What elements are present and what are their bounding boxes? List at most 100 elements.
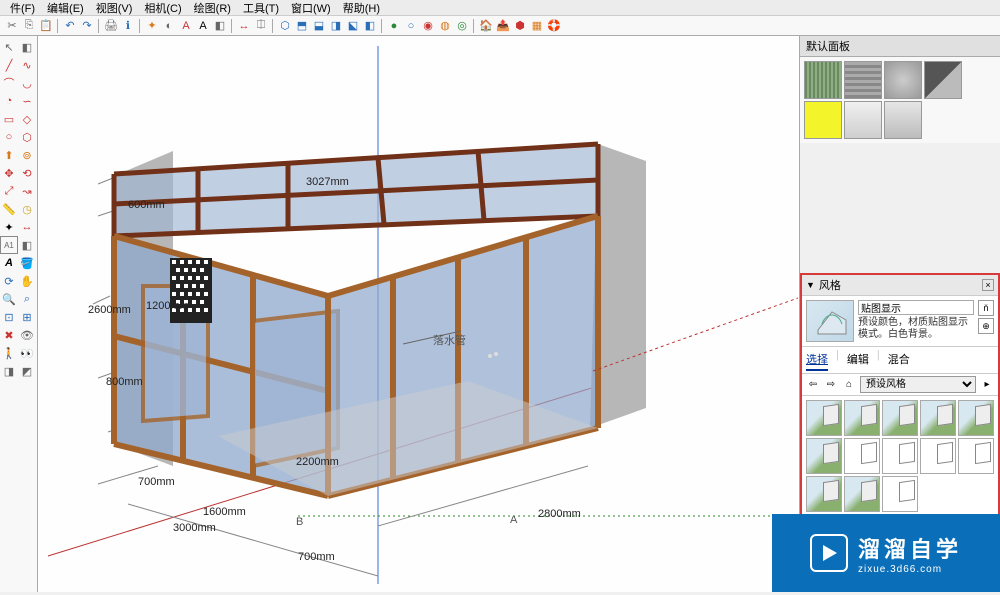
text-icon[interactable]: A [178,18,194,34]
style-name-input[interactable] [858,300,974,315]
style-swatch[interactable] [806,438,842,474]
bezier-icon[interactable]: ∽ [18,92,36,110]
nav-back-icon[interactable]: ⇦ [806,378,820,392]
polygon-icon[interactable]: ⬡ [18,128,36,146]
freehand-icon[interactable]: ∿ [18,56,36,74]
texture-icon[interactable]: ◍ [437,18,453,34]
style-swatch[interactable] [882,438,918,474]
style-swatch[interactable] [844,476,880,512]
move-icon[interactable]: ✥ [0,164,18,182]
rotate-icon[interactable]: ⟲ [18,164,36,182]
default-tray-header[interactable]: 默认面板 [800,36,1000,57]
material-swatch[interactable] [804,101,842,139]
look-icon[interactable]: 👁 [18,326,36,344]
tape-icon[interactable]: 📏 [0,200,18,218]
paste-icon[interactable]: 📋 [38,18,54,34]
tab-select[interactable]: 选择 [806,349,828,371]
tab-mix[interactable]: 混合 [888,349,910,371]
position-icon[interactable]: ✖ [0,326,18,344]
dimension-icon[interactable]: ↔ [236,18,252,34]
style-swatch[interactable] [882,476,918,512]
style-swatch[interactable] [806,476,842,512]
collapse-icon[interactable]: ▼ [806,280,815,290]
top-view-icon[interactable]: ⬒ [294,18,310,34]
extension-icon[interactable]: ⬢ [512,18,528,34]
circle-icon[interactable]: ○ [0,128,18,146]
scissors-icon[interactable]: ✂ [4,18,20,34]
orbit-icon[interactable]: ⟳ [0,272,18,290]
select-icon[interactable]: ↖ [0,38,18,56]
eraser-icon[interactable]: ◧ [18,38,36,56]
style-create-icon[interactable]: ⊕ [978,318,994,334]
style-swatch[interactable] [920,438,956,474]
nav-fwd-icon[interactable]: ⇨ [824,378,838,392]
section-icon[interactable]: ◧ [212,18,228,34]
offset-icon[interactable]: ⊚ [18,146,36,164]
follow-icon[interactable]: ↝ [18,182,36,200]
details-icon[interactable]: ▸ [980,378,994,392]
redo-icon[interactable]: ↷ [79,18,95,34]
menu-file[interactable]: 件(F) [4,0,41,16]
copy-icon[interactable]: ⎘ [21,18,37,34]
rotated-rect-icon[interactable]: ◇ [18,110,36,128]
zoom-icon[interactable]: 🔍 [0,290,18,308]
style-collection-select[interactable]: 预设风格 [860,376,976,393]
style-swatch[interactable] [958,400,994,436]
share-icon[interactable]: 📤 [495,18,511,34]
section4-icon[interactable]: ◩ [18,362,36,380]
menu-draw[interactable]: 绘图(R) [188,0,237,16]
style-swatch[interactable] [920,400,956,436]
back-view-icon[interactable]: ⬕ [345,18,361,34]
close-icon[interactable]: × [982,279,994,291]
rectangle-icon[interactable]: ▭ [0,110,18,128]
line-icon[interactable]: ╱ [0,56,18,74]
section2-icon[interactable]: ◧ [18,236,36,254]
menu-help[interactable]: 帮助(H) [337,0,386,16]
shaded-icon[interactable]: ● [386,18,402,34]
tab-edit[interactable]: 编辑 [847,349,869,371]
warehouse-icon[interactable]: 🏠 [478,18,494,34]
protractor-icon[interactable]: ◷ [18,200,36,218]
text3d-icon[interactable]: A [195,18,211,34]
zoom-window-icon[interactable]: ⌕ [18,290,36,308]
style-swatch[interactable] [844,438,880,474]
style-update-icon[interactable]: ň [978,300,994,316]
pushpull-icon[interactable]: ⬆ [0,146,18,164]
wire-icon[interactable]: ○ [403,18,419,34]
help-icon[interactable]: 🛟 [546,18,562,34]
print-icon[interactable]: 🖨 [103,18,119,34]
left-view-icon[interactable]: ◧ [362,18,378,34]
menu-camera[interactable]: 相机(C) [138,0,187,16]
eye-icon[interactable]: 👀 [18,344,36,362]
section3-icon[interactable]: ◨ [0,362,18,380]
menu-view[interactable]: 视图(V) [90,0,139,16]
label-icon[interactable]: ⎅ [253,18,269,34]
material-swatch[interactable] [804,61,842,99]
viewport[interactable]: 600mm 3027mm 2600mm 1200mm 800mm 700mm 3… [38,36,800,592]
dimension2-icon[interactable]: ↔ [18,218,36,236]
axes-icon[interactable]: ✦ [0,218,18,236]
model-info-icon[interactable]: ℹ [120,18,136,34]
nav-home-icon[interactable]: ⌂ [842,378,856,392]
menu-tools[interactable]: 工具(T) [237,0,285,16]
zoom-extents-icon[interactable]: ⊡ [0,308,18,326]
style-swatch[interactable] [958,438,994,474]
toggle-icon[interactable]: ◐ [161,18,177,34]
material-swatch[interactable] [844,61,882,99]
text3d2-icon[interactable]: A [0,254,18,272]
undo-icon[interactable]: ↶ [62,18,78,34]
style-swatch[interactable] [844,400,880,436]
hidden-icon[interactable]: ◉ [420,18,436,34]
menu-edit[interactable]: 编辑(E) [41,0,90,16]
walk-icon[interactable]: 🚶 [0,344,18,362]
iso-icon[interactable]: ⬡ [277,18,293,34]
scale-icon[interactable]: ⤢ [0,182,18,200]
material-swatch[interactable] [924,61,962,99]
style-swatch[interactable] [882,400,918,436]
axis-icon[interactable]: ✦ [144,18,160,34]
label2-icon[interactable]: A1 [0,236,18,254]
right-view-icon[interactable]: ◨ [328,18,344,34]
material-swatch[interactable] [884,101,922,139]
arc2-icon[interactable]: ◡ [18,74,36,92]
pie-icon[interactable]: ◔ [0,92,18,110]
